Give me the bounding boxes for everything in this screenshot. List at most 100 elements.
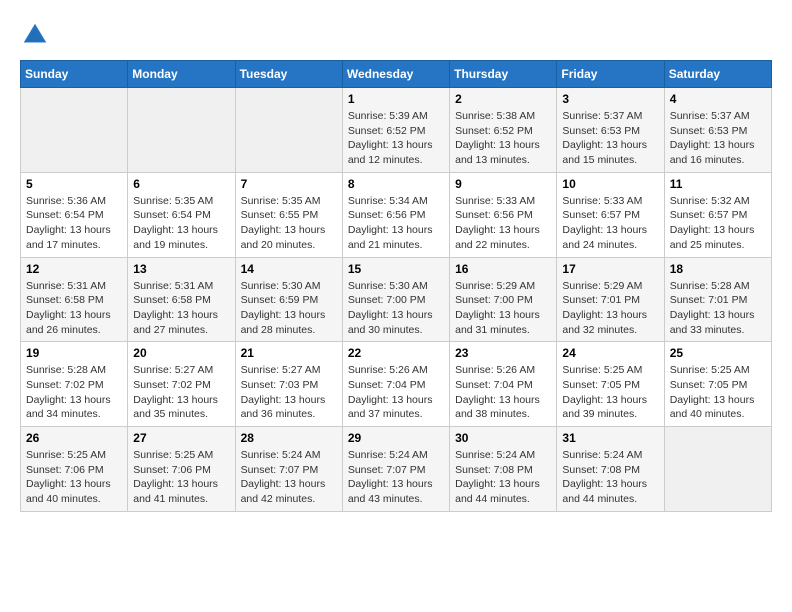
day-number: 23 (455, 346, 551, 360)
weekday-header-saturday: Saturday (664, 61, 771, 88)
day-cell: 15 Sunrise: 5:30 AMSunset: 7:00 PMDayligh… (342, 257, 449, 342)
day-cell: 23 Sunrise: 5:26 AMSunset: 7:04 PMDayligh… (450, 342, 557, 427)
day-cell: 5 Sunrise: 5:36 AMSunset: 6:54 PMDaylight… (21, 172, 128, 257)
day-info: Sunrise: 5:36 AMSunset: 6:54 PMDaylight:… (26, 194, 122, 253)
weekday-header-tuesday: Tuesday (235, 61, 342, 88)
day-cell: 1Sunrise: 5:39 AMSunset: 6:52 PMDaylight… (342, 88, 449, 173)
day-number: 29 (348, 431, 444, 445)
day-number: 4 (670, 92, 766, 106)
day-cell: 27 Sunrise: 5:25 AMSunset: 7:06 PMDayligh… (128, 427, 235, 512)
day-cell: 3Sunrise: 5:37 AMSunset: 6:53 PMDaylight… (557, 88, 664, 173)
day-info: Sunrise: 5:37 AMSunset: 6:53 PMDaylight:… (670, 109, 766, 168)
day-info: Sunrise: 5:35 AMSunset: 6:54 PMDaylight:… (133, 194, 229, 253)
day-info: Sunrise: 5:26 AMSunset: 7:04 PMDaylight:… (348, 363, 444, 422)
day-info: Sunrise: 5:28 AMSunset: 7:02 PMDaylight:… (26, 363, 122, 422)
day-info: Sunrise: 5:27 AMSunset: 7:03 PMDaylight:… (241, 363, 337, 422)
day-info: Sunrise: 5:29 AMSunset: 7:00 PMDaylight:… (455, 279, 551, 338)
logo-icon (20, 20, 50, 50)
day-number: 8 (348, 177, 444, 191)
day-info: Sunrise: 5:24 AMSunset: 7:08 PMDaylight:… (562, 448, 658, 507)
day-cell: 9 Sunrise: 5:33 AMSunset: 6:56 PMDaylight… (450, 172, 557, 257)
day-cell: 22Sunrise: 5:26 AMSunset: 7:04 PMDayligh… (342, 342, 449, 427)
day-cell: 8 Sunrise: 5:34 AMSunset: 6:56 PMDaylight… (342, 172, 449, 257)
weekday-header-wednesday: Wednesday (342, 61, 449, 88)
weekday-header-monday: Monday (128, 61, 235, 88)
calendar-table: SundayMondayTuesdayWednesdayThursdayFrid… (20, 60, 772, 512)
day-info: Sunrise: 5:33 AMSunset: 6:57 PMDaylight:… (562, 194, 658, 253)
day-cell: 28 Sunrise: 5:24 AMSunset: 7:07 PMDayligh… (235, 427, 342, 512)
day-info: Sunrise: 5:38 AMSunset: 6:52 PMDaylight:… (455, 109, 551, 168)
day-number: 20 (133, 346, 229, 360)
day-cell: 18 Sunrise: 5:28 AMSunset: 7:01 PMDayligh… (664, 257, 771, 342)
day-cell: 13Sunrise: 5:31 AMSunset: 6:58 PMDayligh… (128, 257, 235, 342)
day-number: 2 (455, 92, 551, 106)
day-number: 30 (455, 431, 551, 445)
week-row-3: 12 Sunrise: 5:31 AMSunset: 6:58 PMDayligh… (21, 257, 772, 342)
day-cell: 21 Sunrise: 5:27 AMSunset: 7:03 PMDayligh… (235, 342, 342, 427)
day-number: 12 (26, 262, 122, 276)
day-info: Sunrise: 5:25 AMSunset: 7:06 PMDaylight:… (26, 448, 122, 507)
day-info: Sunrise: 5:24 AMSunset: 7:07 PMDaylight:… (241, 448, 337, 507)
day-cell: 10Sunrise: 5:33 AMSunset: 6:57 PMDayligh… (557, 172, 664, 257)
day-info: Sunrise: 5:33 AMSunset: 6:56 PMDaylight:… (455, 194, 551, 253)
day-number: 24 (562, 346, 658, 360)
day-cell: 26 Sunrise: 5:25 AMSunset: 7:06 PMDayligh… (21, 427, 128, 512)
day-info: Sunrise: 5:32 AMSunset: 6:57 PMDaylight:… (670, 194, 766, 253)
day-cell: 6 Sunrise: 5:35 AMSunset: 6:54 PMDaylight… (128, 172, 235, 257)
day-number: 21 (241, 346, 337, 360)
day-cell (21, 88, 128, 173)
week-row-5: 26 Sunrise: 5:25 AMSunset: 7:06 PMDayligh… (21, 427, 772, 512)
day-info: Sunrise: 5:24 AMSunset: 7:08 PMDaylight:… (455, 448, 551, 507)
day-info: Sunrise: 5:28 AMSunset: 7:01 PMDaylight:… (670, 279, 766, 338)
day-cell: 29 Sunrise: 5:24 AMSunset: 7:07 PMDayligh… (342, 427, 449, 512)
weekday-header-friday: Friday (557, 61, 664, 88)
day-info: Sunrise: 5:30 AMSunset: 6:59 PMDaylight:… (241, 279, 337, 338)
day-number: 27 (133, 431, 229, 445)
day-number: 25 (670, 346, 766, 360)
day-number: 26 (26, 431, 122, 445)
day-info: Sunrise: 5:31 AMSunset: 6:58 PMDaylight:… (26, 279, 122, 338)
day-info: Sunrise: 5:31 AMSunset: 6:58 PMDaylight:… (133, 279, 229, 338)
day-info: Sunrise: 5:35 AMSunset: 6:55 PMDaylight:… (241, 194, 337, 253)
day-number: 6 (133, 177, 229, 191)
week-row-4: 19 Sunrise: 5:28 AMSunset: 7:02 PMDayligh… (21, 342, 772, 427)
day-number: 19 (26, 346, 122, 360)
day-info: Sunrise: 5:34 AMSunset: 6:56 PMDaylight:… (348, 194, 444, 253)
day-cell: 14 Sunrise: 5:30 AMSunset: 6:59 PMDayligh… (235, 257, 342, 342)
day-cell: 25Sunrise: 5:25 AMSunset: 7:05 PMDayligh… (664, 342, 771, 427)
day-number: 15 (348, 262, 444, 276)
day-info: Sunrise: 5:26 AMSunset: 7:04 PMDaylight:… (455, 363, 551, 422)
day-cell (128, 88, 235, 173)
day-cell: 19 Sunrise: 5:28 AMSunset: 7:02 PMDayligh… (21, 342, 128, 427)
day-cell: 16 Sunrise: 5:29 AMSunset: 7:00 PMDayligh… (450, 257, 557, 342)
day-number: 18 (670, 262, 766, 276)
day-number: 7 (241, 177, 337, 191)
day-number: 28 (241, 431, 337, 445)
day-cell: 4 Sunrise: 5:37 AMSunset: 6:53 PMDaylight… (664, 88, 771, 173)
day-number: 16 (455, 262, 551, 276)
weekday-header-thursday: Thursday (450, 61, 557, 88)
page-header (20, 20, 772, 50)
day-cell (235, 88, 342, 173)
day-cell: 2 Sunrise: 5:38 AMSunset: 6:52 PMDaylight… (450, 88, 557, 173)
day-info: Sunrise: 5:30 AMSunset: 7:00 PMDaylight:… (348, 279, 444, 338)
day-info: Sunrise: 5:37 AMSunset: 6:53 PMDaylight:… (562, 109, 658, 168)
day-info: Sunrise: 5:25 AMSunset: 7:06 PMDaylight:… (133, 448, 229, 507)
day-cell: 11Sunrise: 5:32 AMSunset: 6:57 PMDayligh… (664, 172, 771, 257)
logo (20, 20, 54, 50)
day-cell: 24 Sunrise: 5:25 AMSunset: 7:05 PMDayligh… (557, 342, 664, 427)
day-info: Sunrise: 5:39 AMSunset: 6:52 PMDaylight:… (348, 109, 444, 168)
day-number: 14 (241, 262, 337, 276)
week-row-1: 1Sunrise: 5:39 AMSunset: 6:52 PMDaylight… (21, 88, 772, 173)
day-number: 9 (455, 177, 551, 191)
day-info: Sunrise: 5:27 AMSunset: 7:02 PMDaylight:… (133, 363, 229, 422)
day-cell: 31 Sunrise: 5:24 AMSunset: 7:08 PMDayligh… (557, 427, 664, 512)
day-number: 31 (562, 431, 658, 445)
day-info: Sunrise: 5:25 AMSunset: 7:05 PMDaylight:… (562, 363, 658, 422)
day-cell: 12 Sunrise: 5:31 AMSunset: 6:58 PMDayligh… (21, 257, 128, 342)
day-cell: 30 Sunrise: 5:24 AMSunset: 7:08 PMDayligh… (450, 427, 557, 512)
day-cell (664, 427, 771, 512)
day-info: Sunrise: 5:24 AMSunset: 7:07 PMDaylight:… (348, 448, 444, 507)
day-number: 5 (26, 177, 122, 191)
day-cell: 17Sunrise: 5:29 AMSunset: 7:01 PMDayligh… (557, 257, 664, 342)
